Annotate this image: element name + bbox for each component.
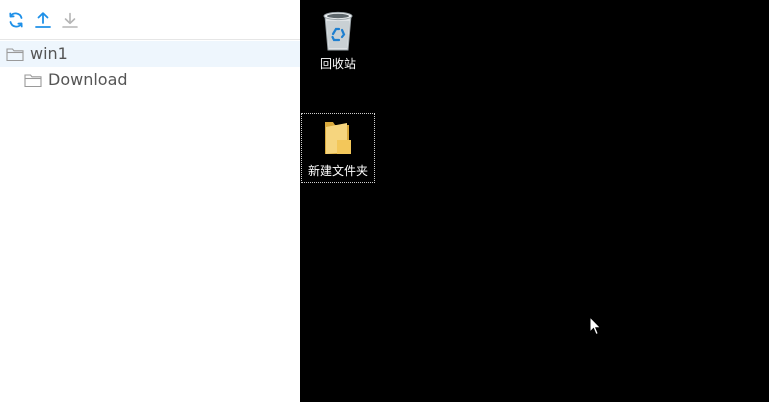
download-icon — [61, 11, 79, 29]
folder-icon — [24, 72, 42, 88]
tree-item-label: Download — [48, 70, 128, 89]
desktop-icon-label: 回收站 — [319, 57, 356, 71]
tree-item-download[interactable]: Download — [0, 67, 300, 93]
upload-icon — [34, 11, 52, 29]
refresh-icon — [7, 11, 25, 29]
desktop-icon-label: 新建文件夹 — [307, 164, 368, 178]
desktop-icon-recycle-bin[interactable]: 回收站 — [302, 8, 374, 72]
download-button[interactable] — [61, 11, 79, 29]
recycle-bin-icon — [317, 8, 359, 56]
tree-item-label: win1 — [30, 44, 68, 63]
upload-button[interactable] — [34, 11, 52, 29]
mouse-cursor-icon — [589, 315, 603, 336]
tree-item-win1[interactable]: win1 — [0, 41, 300, 67]
folder-icon — [323, 118, 353, 160]
refresh-button[interactable] — [7, 11, 25, 29]
file-toolbar — [0, 0, 300, 40]
file-panel: win1 Download — [0, 0, 300, 402]
desktop-icon-new-folder[interactable]: 新建文件夹 — [301, 113, 375, 183]
folder-icon — [6, 46, 24, 62]
remote-desktop[interactable]: 回收站 新建文件夹 — [300, 0, 769, 402]
screen: win1 Download 回收站 新建文件夹 — [0, 0, 769, 402]
